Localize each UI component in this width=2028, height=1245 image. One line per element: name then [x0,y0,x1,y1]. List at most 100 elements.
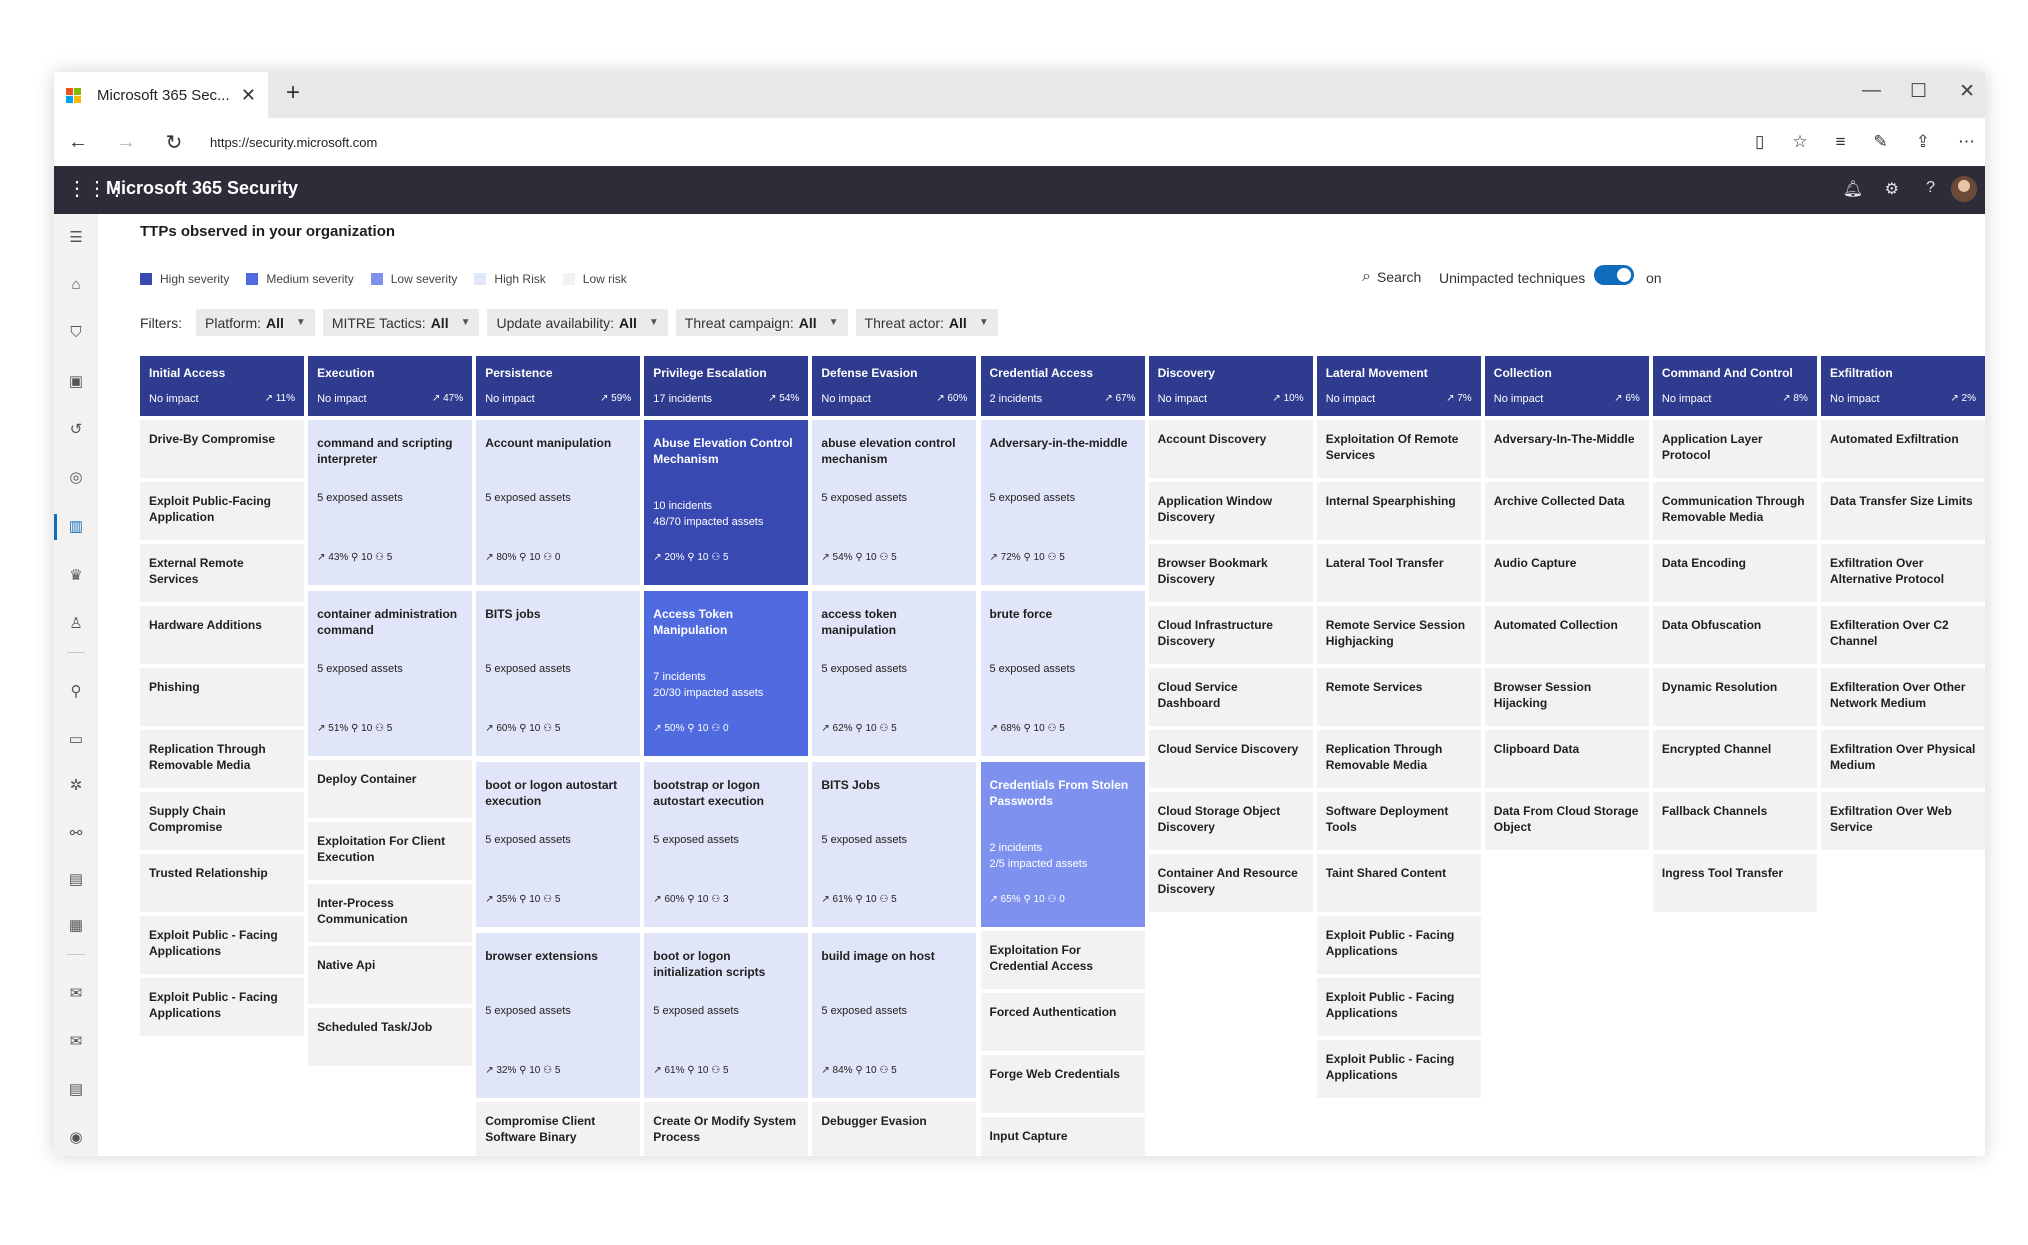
technique-item[interactable]: Replication Through Removable Media [140,730,304,788]
graph-icon[interactable]: ⚯ [54,824,98,842]
filter-dropdown[interactable]: Threat actor: All ▼ [855,309,998,336]
tactic-header[interactable]: Credential Access 2 incidents ↗ 67% [980,356,1145,416]
technique-item[interactable]: Dynamic Resolution [1652,668,1817,726]
technique-card[interactable]: abuse elevation control mechanism 5 expos… [812,420,977,585]
technique-item[interactable]: Exploit Public - Facing Applications [140,916,304,974]
history-icon[interactable]: ↺ [54,420,98,438]
technique-item[interactable]: Exploitation For Credential Access [980,931,1145,989]
technique-item[interactable]: Exfiltration Over Alternative Protocol [1821,544,1985,602]
settings-gear-icon[interactable]: ⚙ [1885,179,1899,199]
shield-icon[interactable]: ⛉ [54,324,98,341]
technique-item[interactable]: Ingress Tool Transfer [1652,854,1817,912]
technique-item[interactable]: Phishing [140,668,304,726]
url-field[interactable]: https://security.microsoft.com [210,135,1755,150]
technique-card[interactable]: Account manipulation 5 exposed assets ↗ 80… [476,420,641,585]
technique-card[interactable]: BITS Jobs 5 exposed assets ↗ 61% ⚲ 10 ⚇ 5 [812,762,977,927]
technique-item[interactable]: Cloud Service Discovery [1148,730,1313,788]
technique-item[interactable]: Exfiltration Over Physical Medium [1821,730,1985,788]
technique-item[interactable]: Input Capture [980,1117,1145,1156]
tactic-header[interactable]: Persistence No impact ↗ 59% [476,356,641,416]
technique-item[interactable]: Automated Exfiltration [1821,420,1985,478]
reading-view-icon[interactable]: ▯ [1755,132,1764,152]
search-nav-icon[interactable]: ⚲ [54,682,98,700]
technique-item[interactable]: Exploit Public-Facing Application [140,482,304,540]
technique-item[interactable]: Container And Resource Discovery [1148,854,1313,912]
technique-item[interactable]: Browser Session Hijacking [1484,668,1649,726]
technique-item[interactable]: Data From Cloud Storage Object [1484,792,1649,850]
technique-card[interactable]: container administration command 5 expose… [308,591,473,756]
incidents-icon[interactable]: ▣ [54,372,98,390]
tactic-header[interactable]: Initial Access No impact ↗ 11% [140,356,304,416]
technique-card[interactable]: bootstrap or logon autostart execution 5 … [644,762,809,927]
technique-item[interactable]: Exploit Public - Facing Applications [1316,1040,1481,1098]
technique-item[interactable]: Drive-By Compromise [140,420,304,478]
technique-item[interactable]: Communication Through Removable Media [1652,482,1817,540]
favorites-hub-icon[interactable]: ≡ [1836,132,1846,152]
technique-item[interactable]: Exfilteration Over Other Network Medium [1821,668,1985,726]
tactic-header[interactable]: Privilege Escalation 17 incidents ↗ 54% [644,356,809,416]
tactic-header[interactable]: Defense Evasion No impact ↗ 60% [812,356,977,416]
technique-item[interactable]: Account Discovery [1148,420,1313,478]
technique-item[interactable]: Clipboard Data [1484,730,1649,788]
home-icon[interactable]: ⌂ [54,276,98,293]
technique-item[interactable]: Adversary-In-The-Middle [1484,420,1649,478]
target-icon[interactable]: ◉ [54,1128,98,1146]
filter-dropdown[interactable]: Threat campaign: All ▼ [675,309,848,336]
user-shield-icon[interactable]: ♙ [54,614,98,632]
technique-item[interactable]: Browser Bookmark Discovery [1148,544,1313,602]
technique-item[interactable]: Software Deployment Tools [1316,792,1481,850]
technique-item[interactable]: Data Transfer Size Limits [1821,482,1985,540]
technique-item[interactable]: Audio Capture [1484,544,1649,602]
notification-bell-icon[interactable]: 🔔︎ [1843,179,1863,199]
technique-item[interactable]: Internal Spearphishing [1316,482,1481,540]
technique-card[interactable]: BITS jobs 5 exposed assets ↗ 60% ⚲ 10 ⚇ 5 [476,591,641,756]
back-icon[interactable]: ← [54,131,102,154]
technique-item[interactable]: Taint Shared Content [1316,854,1481,912]
technique-card[interactable]: Abuse Elevation Control Mechanism 10 inci… [644,420,809,585]
technique-item[interactable]: Data Obfuscation [1652,606,1817,664]
close-tab-icon[interactable]: ✕ [241,85,256,106]
technique-item[interactable]: Application Window Discovery [1148,482,1313,540]
help-icon[interactable]: ? [1926,179,1935,197]
technique-item[interactable]: External Remote Services [140,544,304,602]
technique-item[interactable]: Supply Chain Compromise [140,792,304,850]
technique-card[interactable]: Adversary-in-the-middle 5 exposed assets ↗… [980,420,1145,585]
tactic-header[interactable]: Command And Control No impact ↗ 8% [1652,356,1817,416]
technique-item[interactable]: Data Encoding [1652,544,1817,602]
technique-item[interactable]: Exfiltration Over Web Service [1821,792,1985,850]
radar-icon[interactable]: ◎ [54,468,98,486]
more-icon[interactable]: ⋯ [1958,132,1975,152]
technique-item[interactable]: Archive Collected Data [1484,482,1649,540]
technique-item[interactable]: Compromise Client Software Binary [476,1102,641,1156]
search-button[interactable]: ⌕ Search [1362,268,1421,286]
devices-icon[interactable]: ▦ [54,916,98,934]
minimize-icon[interactable]: — [1862,80,1881,102]
technique-item[interactable]: Fallback Channels [1652,792,1817,850]
technique-item[interactable]: Exploit Public - Facing Applications [1316,978,1481,1036]
mail-shield-icon[interactable]: ✉ [54,984,98,1002]
filter-dropdown[interactable]: Update availability: All ▼ [487,309,668,336]
share-icon[interactable]: ⇪ [1916,132,1930,152]
refresh-icon[interactable]: ↻ [150,130,198,155]
technique-item[interactable]: Exfilteration Over C2 Channel [1821,606,1985,664]
technique-item[interactable]: Cloud Infrastructure Discovery [1148,606,1313,664]
technique-item[interactable]: Scheduled Task/Job [308,1008,473,1066]
technique-item[interactable]: Application Layer Protocol [1652,420,1817,478]
technique-item[interactable]: Lateral Tool Transfer [1316,544,1481,602]
forward-icon[interactable]: → [102,131,150,154]
technique-item[interactable]: Forge Web Credentials [980,1055,1145,1113]
technique-item[interactable]: Trusted Relationship [140,854,304,912]
technique-item[interactable]: Native Api [308,946,473,1004]
technique-item[interactable]: Deploy Container [308,760,473,818]
technique-item[interactable]: Replication Through Removable Media [1316,730,1481,788]
bug-icon[interactable]: ✲ [54,776,98,794]
technique-item[interactable]: Exploitation For Client Execution [308,822,473,880]
report-icon[interactable]: ▤ [54,1080,98,1098]
ttp-matrix-icon[interactable]: ▥ [54,517,98,535]
technique-card[interactable]: brute force 5 exposed assets ↗ 68% ⚲ 10 ⚇ … [980,591,1145,756]
technique-item[interactable]: Cloud Service Dashboard [1148,668,1313,726]
technique-item[interactable]: Remote Services [1316,668,1481,726]
technique-card[interactable]: boot or logon autostart execution 5 expos… [476,762,641,927]
technique-item[interactable]: Encrypted Channel [1652,730,1817,788]
technique-item[interactable]: Exploit Public - Facing Applications [140,978,304,1036]
